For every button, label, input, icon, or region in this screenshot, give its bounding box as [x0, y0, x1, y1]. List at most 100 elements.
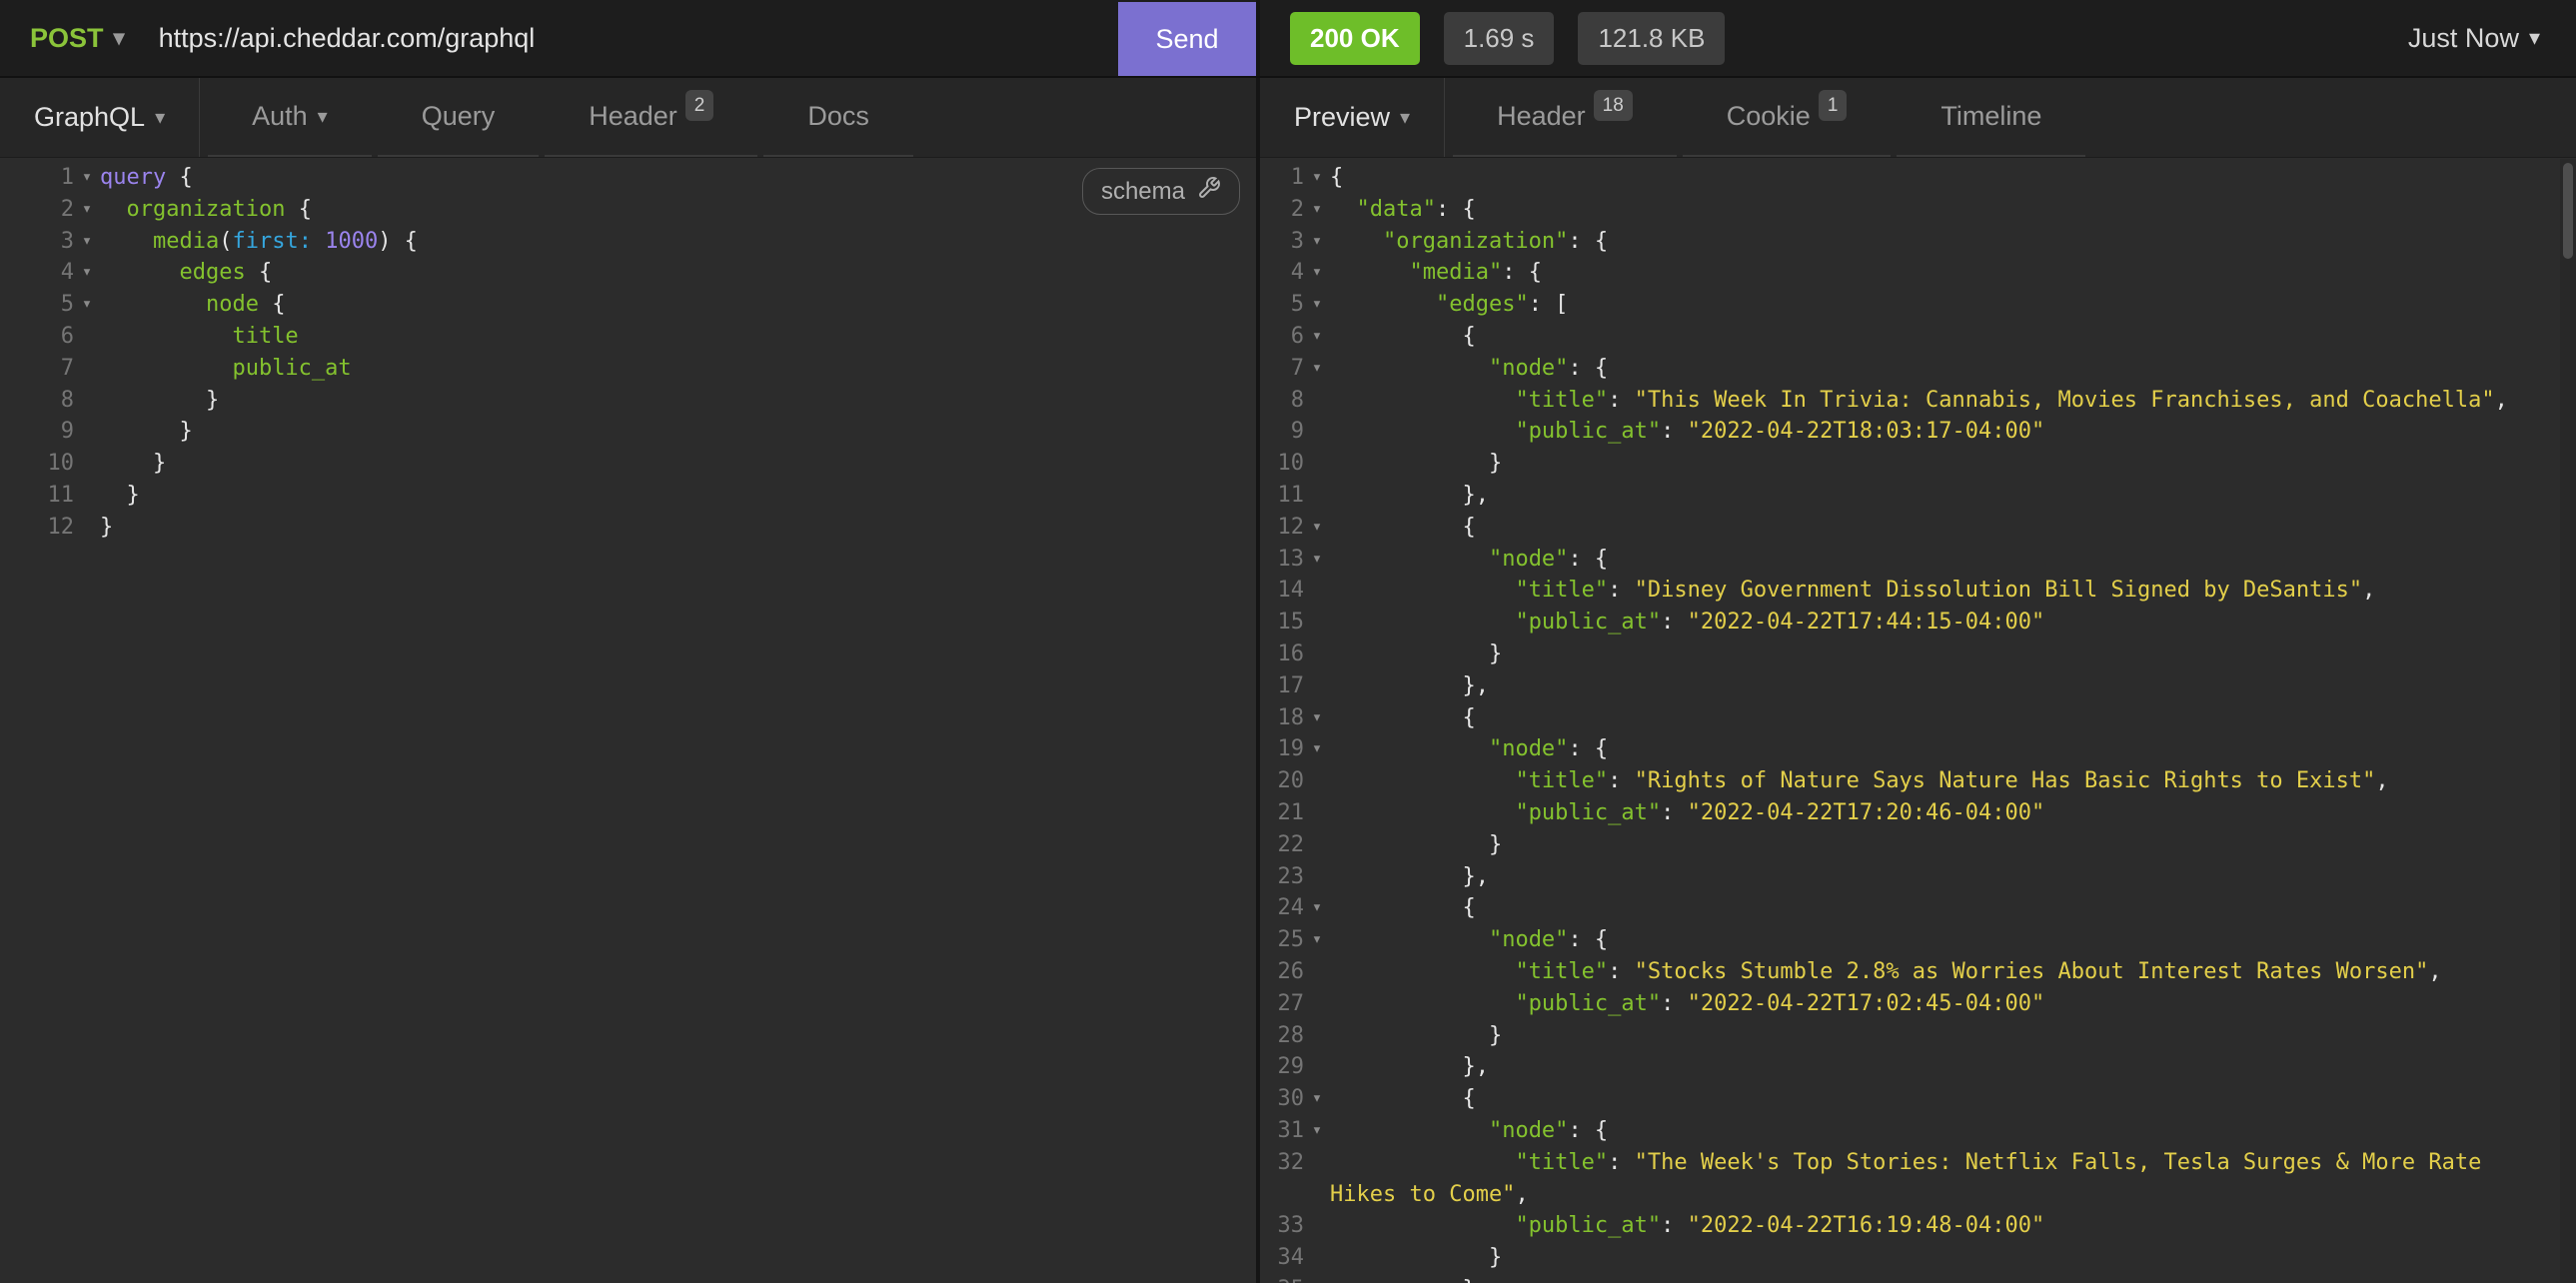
fold-arrow-icon[interactable]: ▾ — [1304, 226, 1330, 258]
line-number: 14 — [1260, 575, 1304, 607]
fold-arrow-icon[interactable]: ▾ — [1304, 512, 1330, 544]
fold-arrow-icon[interactable]: ▾ — [1304, 1115, 1330, 1147]
code-line: 1▾{ — [1260, 162, 2576, 194]
code-line: 5▾ node { — [30, 289, 1256, 321]
code-line: 28 } — [1260, 1020, 2576, 1052]
code-text: }, — [1330, 480, 2576, 512]
line-number: 4 — [30, 257, 74, 289]
fold-arrow-icon[interactable]: ▾ — [74, 194, 100, 226]
fold-spacer — [74, 321, 100, 353]
code-line: 2▾ "data": { — [1260, 194, 2576, 226]
wrench-icon — [1197, 176, 1221, 207]
line-number: 20 — [1260, 765, 1304, 797]
line-number: 6 — [30, 321, 74, 353]
code-line: 33 "public_at": "2022-04-22T16:19:48-04:… — [1260, 1210, 2576, 1242]
fold-arrow-icon[interactable]: ▾ — [1304, 892, 1330, 924]
code-line: 12} — [30, 512, 1256, 544]
code-text: }, — [1330, 1051, 2576, 1083]
code-text: "public_at": "2022-04-22T17:20:46-04:00" — [1330, 797, 2576, 829]
fold-arrow-icon[interactable]: ▾ — [1304, 257, 1330, 289]
fold-spacer — [74, 480, 100, 512]
chevron-down-icon — [155, 105, 165, 130]
line-number: 12 — [1260, 512, 1304, 544]
fold-arrow-icon[interactable]: ▾ — [1304, 353, 1330, 385]
response-preview-editor[interactable]: 1▾{2▾ "data": {3▾ "organization": {4▾ "m… — [1260, 158, 2576, 1283]
code-line: 9 "public_at": "2022-04-22T18:03:17-04:0… — [1260, 416, 2576, 448]
fold-arrow-icon[interactable]: ▾ — [1304, 162, 1330, 194]
line-number: 5 — [30, 289, 74, 321]
code-line: 23 }, — [1260, 861, 2576, 893]
tab-query[interactable]: Query — [378, 78, 540, 157]
line-number: 2 — [30, 194, 74, 226]
fold-arrow-icon[interactable]: ▾ — [74, 162, 100, 194]
code-line: 32 "title": "The Week's Top Stories: Net… — [1260, 1147, 2576, 1211]
fold-arrow-icon[interactable]: ▾ — [1304, 321, 1330, 353]
scrollbar-thumb[interactable] — [2563, 163, 2573, 259]
fold-spacer — [1304, 1242, 1330, 1274]
fold-spacer — [1304, 988, 1330, 1020]
code-text: } — [100, 385, 1256, 417]
fold-spacer — [1304, 765, 1330, 797]
fold-arrow-icon[interactable]: ▾ — [1304, 1083, 1330, 1115]
header-count-badge: 2 — [685, 90, 714, 121]
body-type-label: GraphQL — [34, 102, 145, 133]
fold-spacer — [1304, 1274, 1330, 1283]
line-number: 1 — [30, 162, 74, 194]
send-button[interactable]: Send — [1118, 2, 1256, 76]
fold-arrow-icon[interactable]: ▾ — [1304, 733, 1330, 765]
tab-header[interactable]: Header 2 — [545, 78, 757, 157]
line-number: 2 — [1260, 194, 1304, 226]
line-number: 11 — [1260, 480, 1304, 512]
view-type-label: Preview — [1294, 102, 1390, 133]
code-line: 8 "title": "This Week In Trivia: Cannabi… — [1260, 385, 2576, 417]
schema-button[interactable]: schema — [1082, 168, 1240, 215]
scrollbar-track[interactable] — [2560, 159, 2576, 1283]
line-number: 7 — [30, 353, 74, 385]
fold-spacer — [74, 353, 100, 385]
url-input[interactable]: https://api.cheddar.com/graphql — [159, 23, 1118, 54]
tab-timeline[interactable]: Timeline — [1897, 78, 2085, 157]
fold-arrow-icon[interactable]: ▾ — [1304, 544, 1330, 576]
code-line: 8 } — [30, 385, 1256, 417]
view-type-dropdown[interactable]: Preview — [1260, 78, 1445, 157]
fold-arrow-icon[interactable]: ▾ — [1304, 289, 1330, 321]
code-text: }, — [1330, 861, 2576, 893]
method-label: POST — [30, 23, 104, 54]
top-bar: POST https://api.cheddar.com/graphql Sen… — [0, 0, 2576, 78]
fold-arrow-icon[interactable]: ▾ — [74, 289, 100, 321]
code-line: 9 } — [30, 416, 1256, 448]
tab-auth[interactable]: Auth — [208, 78, 372, 157]
fold-arrow-icon[interactable]: ▾ — [74, 257, 100, 289]
line-number: 1 — [1260, 162, 1304, 194]
fold-arrow-icon[interactable]: ▾ — [1304, 702, 1330, 734]
code-text: } — [1330, 829, 2576, 861]
code-text: { — [1330, 892, 2576, 924]
code-text: { — [1330, 321, 2576, 353]
line-number: 3 — [30, 226, 74, 258]
method-dropdown[interactable]: POST — [30, 23, 125, 54]
line-number: 21 — [1260, 797, 1304, 829]
code-text: "node": { — [1330, 544, 2576, 576]
line-number: 17 — [1260, 670, 1304, 702]
code-line: 34 } — [1260, 1242, 2576, 1274]
code-text: "title": "This Week In Trivia: Cannabis,… — [1330, 385, 2576, 417]
code-line: 15 "public_at": "2022-04-22T17:44:15-04:… — [1260, 607, 2576, 639]
code-line: 3▾ "organization": { — [1260, 226, 2576, 258]
code-text: "edges": [ — [1330, 289, 2576, 321]
code-text: public_at — [100, 353, 1256, 385]
body-type-dropdown[interactable]: GraphQL — [0, 78, 200, 157]
fold-arrow-icon[interactable]: ▾ — [1304, 194, 1330, 226]
fold-arrow-icon[interactable]: ▾ — [1304, 924, 1330, 956]
tab-docs[interactable]: Docs — [763, 78, 913, 157]
line-number: 15 — [1260, 607, 1304, 639]
cookie-count-badge: 1 — [1819, 90, 1848, 121]
fold-arrow-icon[interactable]: ▾ — [74, 226, 100, 258]
fold-spacer — [74, 416, 100, 448]
tab-cookie[interactable]: Cookie 1 — [1683, 78, 1892, 157]
code-text: { — [1330, 162, 2576, 194]
graphql-query-editor[interactable]: schema 1▾query {2▾ organization {3▾ medi… — [0, 158, 1256, 1283]
line-number: 31 — [1260, 1115, 1304, 1147]
chevron-down-icon — [2529, 25, 2540, 51]
tab-response-header[interactable]: Header 18 — [1453, 78, 1677, 157]
response-history-dropdown[interactable]: Just Now — [2408, 23, 2540, 54]
